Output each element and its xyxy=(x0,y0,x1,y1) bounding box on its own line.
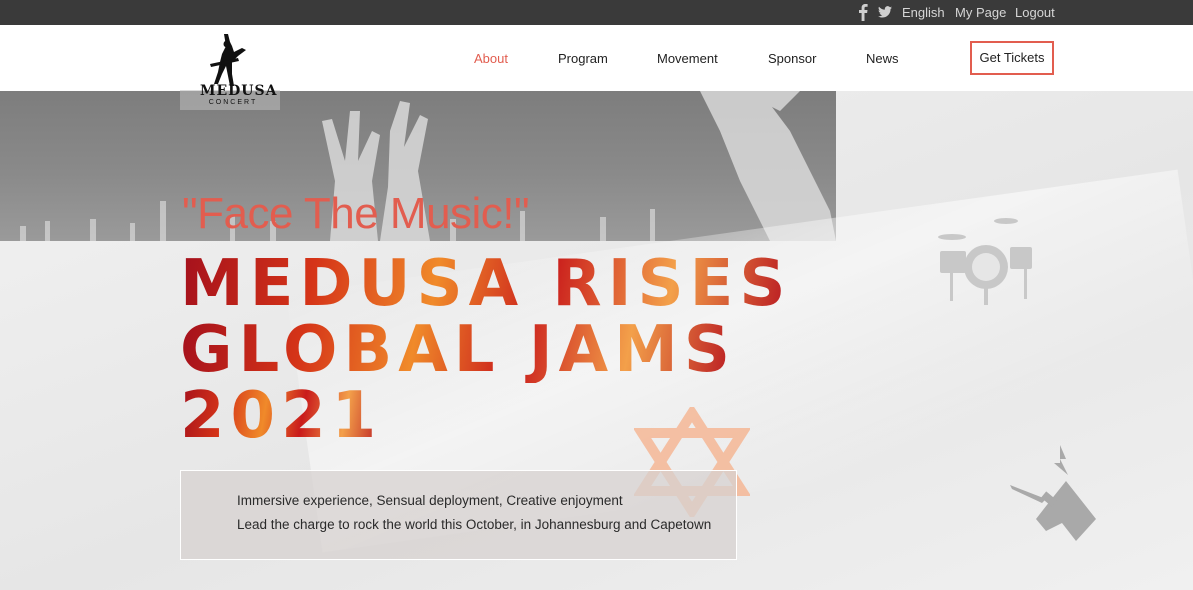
info-box: Immersive experience, Sensual deployment… xyxy=(180,470,737,560)
headline-line-3: 2021 xyxy=(180,379,383,453)
logo-subtitle: CONCERT xyxy=(208,99,258,106)
medusa-logo[interactable]: MEDUSA CONCERT xyxy=(180,32,280,110)
hero-quote: "Face The Music!" xyxy=(182,189,530,238)
nav-news[interactable]: News xyxy=(866,51,899,66)
electric-guitar-icon xyxy=(1010,445,1096,541)
logo-wordmark: MEDUSA xyxy=(200,83,278,99)
hero-section: "Face The Music!" MEDUSA RISES GLOBAL JA… xyxy=(0,91,1193,590)
nav-sponsor[interactable]: Sponsor xyxy=(768,51,816,66)
info-line-1: Immersive experience, Sensual deployment… xyxy=(237,493,623,508)
language-link[interactable]: English xyxy=(902,5,945,20)
drum-kit-icon xyxy=(938,218,1032,305)
logout-link[interactable]: Logout xyxy=(1015,5,1055,20)
my-page-link[interactable]: My Page xyxy=(955,5,1006,20)
nav-program[interactable]: Program xyxy=(558,51,608,66)
get-tickets-button[interactable]: Get Tickets xyxy=(970,41,1054,75)
twitter-icon[interactable] xyxy=(878,5,892,19)
headline-line-1: MEDUSA RISES xyxy=(180,247,792,321)
site-header: MEDUSA CONCERT About Program Movement Sp… xyxy=(0,25,1193,110)
nav-about[interactable]: About xyxy=(474,51,508,66)
nav-movement[interactable]: Movement xyxy=(657,51,718,66)
info-line-2: Lead the charge to rock the world this O… xyxy=(237,517,712,532)
facebook-icon[interactable] xyxy=(858,3,868,21)
headline-line-2: GLOBAL JAMS xyxy=(180,313,736,387)
top-utility-bar: English My Page Logout xyxy=(0,0,1193,25)
